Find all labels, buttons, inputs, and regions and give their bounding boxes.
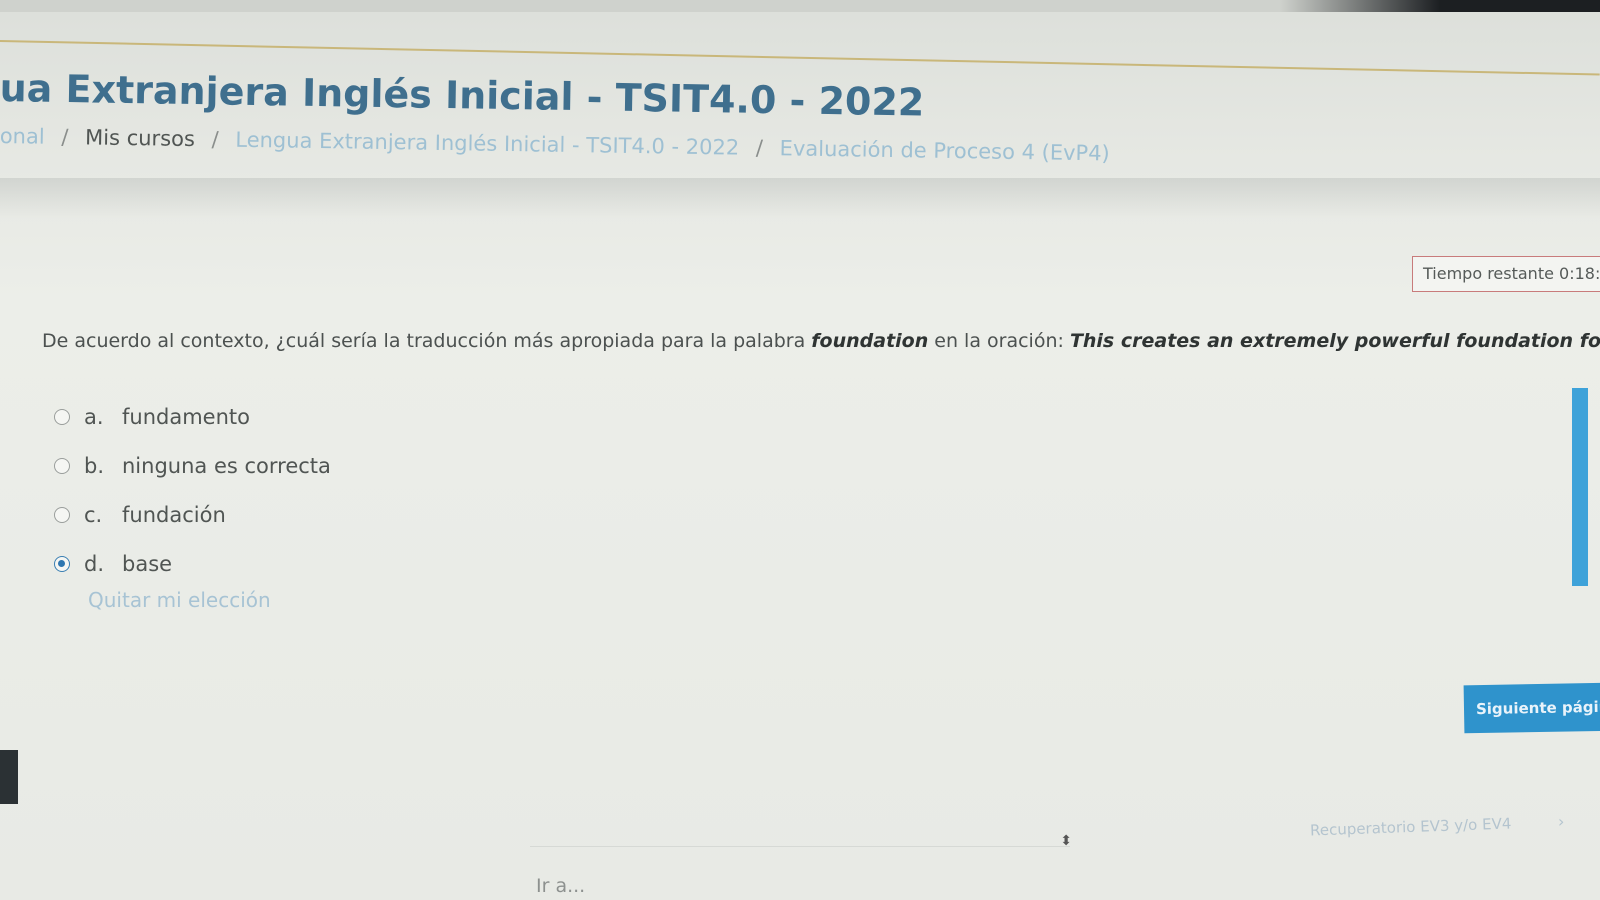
breadcrumb-item-home[interactable]: onal — [0, 124, 45, 149]
clear-choice-link[interactable]: Quitar mi elección — [88, 588, 271, 612]
answer-text: ninguna es correcta — [122, 453, 331, 478]
radio-button-selected[interactable] — [54, 555, 70, 572]
jump-to-label: Ir a... — [536, 875, 586, 897]
answer-text: fundación — [122, 502, 226, 527]
select-arrows-icon: ⬍ — [1060, 833, 1072, 849]
radio-button[interactable] — [54, 506, 70, 523]
top-navbar — [0, 0, 1600, 12]
answer-letter: c. — [84, 502, 103, 527]
jump-to-select[interactable]: Ir a... ⬍ — [530, 834, 1072, 900]
question-sentence: This creates an extremely powerful found… — [1069, 330, 1600, 352]
answer-option-a[interactable]: a. fundamento — [54, 392, 331, 441]
question-prefix: De acuerdo al contexto, ¿cuál sería la t… — [42, 330, 812, 352]
answer-text: fundamento — [122, 404, 250, 429]
quiz-page: ua Extranjera Inglés Inicial - TSIT4.0 -… — [0, 0, 1600, 900]
breadcrumb-separator: / — [211, 127, 219, 152]
answer-letter: b. — [84, 453, 105, 478]
answer-letter: a. — [84, 404, 104, 429]
drawer-toggle[interactable] — [0, 750, 18, 804]
answer-option-d[interactable]: d. base — [54, 539, 331, 588]
section-shadow — [0, 178, 1600, 218]
answer-letter: d. — [84, 551, 105, 576]
breadcrumb-separator: / — [61, 124, 69, 150]
next-page-button[interactable]: Siguiente página — [1463, 682, 1600, 734]
breadcrumb-item-quiz[interactable]: Evaluación de Proceso 4 (EvP4) — [779, 136, 1109, 165]
answer-option-b[interactable]: b. ninguna es correcta — [54, 441, 331, 490]
question-middle: en la oración: — [928, 330, 1070, 352]
page-title: ua Extranjera Inglés Inicial - TSIT4.0 -… — [0, 66, 925, 125]
time-remaining-box: Tiempo restante 0:18:5 — [1412, 256, 1600, 292]
breadcrumb-item-my-courses[interactable]: Mis cursos — [85, 125, 195, 151]
breadcrumb-separator: / — [755, 135, 764, 160]
question-keyword: foundation — [811, 330, 929, 352]
answer-text: base — [122, 551, 173, 576]
radio-button[interactable] — [54, 457, 70, 474]
previous-activity-link[interactable]: Recuperatorio EV3 y/o EV4 — [1310, 814, 1512, 839]
radio-button[interactable] — [54, 408, 70, 425]
breadcrumb-item-course[interactable]: Lengua Extranjera Inglés Inicial - TSIT4… — [235, 128, 739, 160]
question-text: De acuerdo al contexto, ¿cuál sería la t… — [42, 330, 1600, 352]
chevron-right-icon[interactable]: › — [1558, 812, 1564, 831]
scroll-indicator[interactable] — [1572, 388, 1588, 586]
answer-list: a. fundamento b. ninguna es correcta c. … — [54, 392, 331, 588]
answer-option-c[interactable]: c. fundación — [54, 490, 331, 539]
breadcrumb: onal / Mis cursos / Lengua Extranjera In… — [0, 124, 1110, 165]
